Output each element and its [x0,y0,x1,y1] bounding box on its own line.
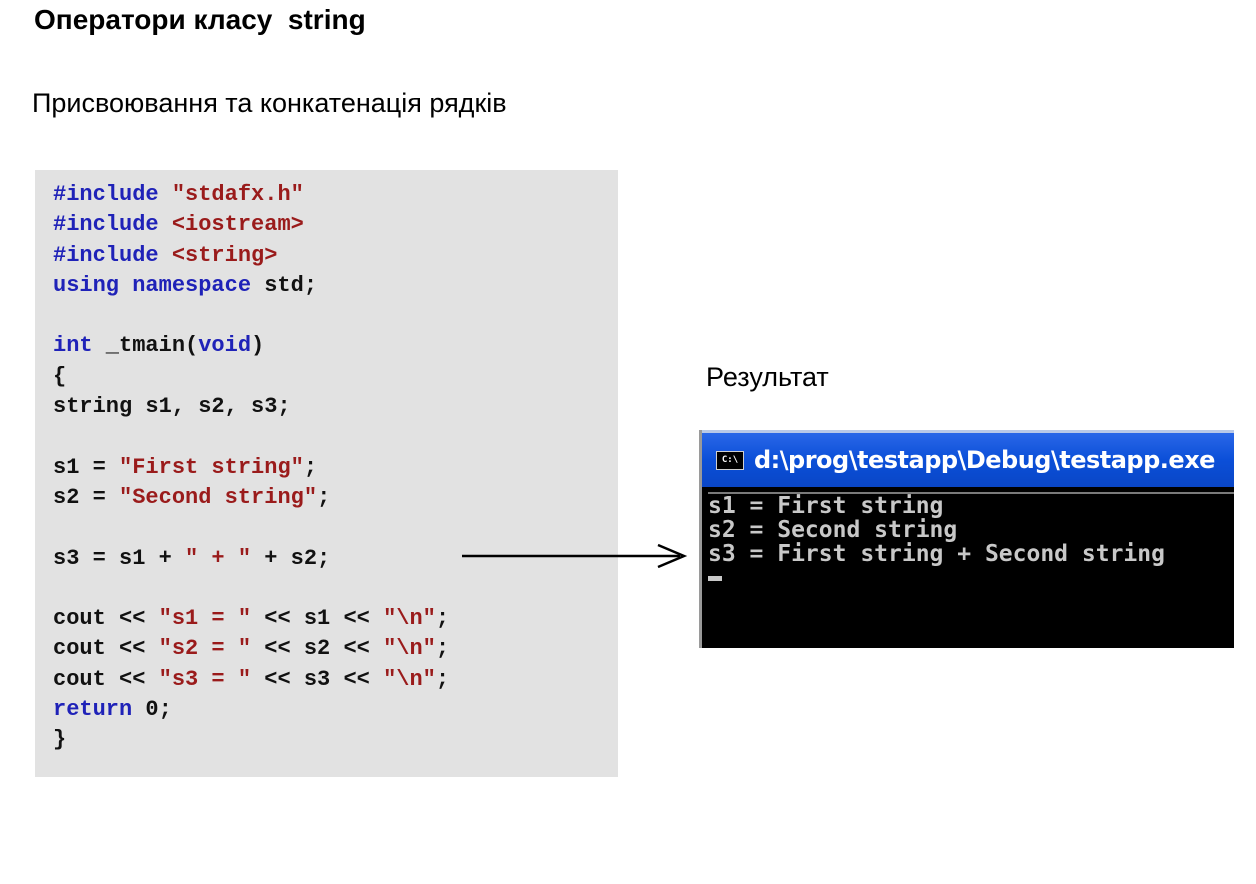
code-token: cout << [53,666,159,692]
code-line: s1 = "First string"; [53,453,618,483]
code-line: #include <iostream> [53,210,618,240]
code-line: string s1, s2, s3; [53,392,618,422]
code-token: s3 = s1 + [53,545,186,571]
code-line: cout << "s1 = " << s1 << "\n"; [53,604,618,634]
code-token: 0; [145,697,172,723]
code-token: s1 = [53,454,120,480]
console-window-title: d:\prog\testapp\Debug\testapp.exe [754,446,1215,474]
code-line: return 0; [53,695,618,725]
code-line: using namespace std; [53,271,618,301]
code-token: "s1 = " [158,606,252,632]
code-token: ; [317,484,331,510]
code-token: ; [303,454,318,480]
code-line: s2 = "Second string"; [53,483,618,513]
code-token: <iostream> [171,212,304,238]
console-output-line: s2 = Second string [708,517,958,543]
code-token: << s2 << [251,636,384,662]
console-window: C:\ d:\prog\testapp\Debug\testapp.exe s1… [699,430,1234,648]
code-token: "First string" [119,454,304,480]
code-token: <string> [171,242,278,268]
code-token: + s2; [251,545,331,571]
slide-title: Оператори класу string [34,4,366,35]
code-token: ; [435,666,450,692]
code-token: } [53,727,67,753]
code-line: cout << "s3 = " << s3 << "\n"; [53,665,618,695]
console-titlebar[interactable]: C:\ d:\prog\testapp\Debug\testapp.exe [702,430,1234,487]
code-token: "\n" [383,636,436,662]
code-token: << s1 << [251,606,384,632]
console-output-line: s1 = First string [708,493,944,519]
code-token: << s3 << [251,666,384,692]
code-token: _tmain( [92,333,199,359]
code-token: cout << [53,606,159,632]
result-label: Результат [706,362,829,392]
code-line: int _tmain(void) [53,331,618,361]
console-output-line: s3 = First string + Second string [708,541,1165,567]
console-cursor [708,576,722,581]
code-token: #include [53,242,172,268]
code-token: void [198,333,252,359]
code-token: #include [53,212,172,238]
code-token: s2 = [53,484,120,510]
code-token: "Second string" [119,484,318,510]
code-token: " + " [185,545,252,571]
code-token: "stdafx.h" [171,182,304,207]
code-line: cout << "s2 = " << s2 << "\n"; [53,634,618,664]
code-token: cout << [53,636,159,662]
code-listing: #include "stdafx.h" #include <iostream> #i… [35,170,618,777]
code-token: using namespace [53,272,265,298]
code-token: "s2 = " [158,636,252,662]
code-token: { [53,363,67,389]
console-app-icon: C:\ [716,450,744,470]
code-token: string s1, s2, s3; [53,394,291,420]
code-line: #include "stdafx.h" [53,180,618,210]
code-token: "\n" [383,666,436,692]
slide-subtitle: Присвоювання та конкатенація рядків [32,88,507,118]
code-token: std; [264,272,318,298]
code-line: { [53,362,618,392]
console-output: s1 = First string s2 = Second string s3 … [708,492,1234,648]
code-token: "\n" [383,606,436,632]
code-token: ; [435,636,450,662]
code-token: int [53,333,93,359]
code-line: } [53,725,618,755]
code-token: return [53,697,146,723]
code-token: ; [435,606,450,632]
code-token: #include [53,182,172,207]
code-line: #include <string> [53,241,618,271]
code-token: "s3 = " [158,666,252,692]
arrow-right-icon [462,543,688,569]
code-token: ) [251,333,265,359]
